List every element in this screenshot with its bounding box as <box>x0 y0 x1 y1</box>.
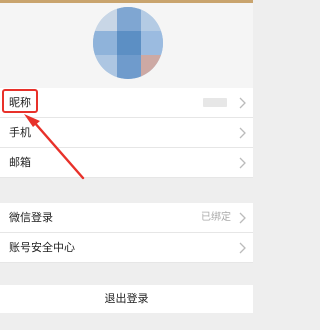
row-wechat-login[interactable]: 微信登录 已绑定 <box>0 203 253 233</box>
row-email-label: 邮箱 <box>9 156 31 169</box>
row-phone-label: 手机 <box>9 126 31 139</box>
row-account-security[interactable]: 账号安全中心 <box>0 233 253 263</box>
chevron-right-icon <box>239 212 246 224</box>
avatar[interactable] <box>93 7 163 79</box>
chevron-right-icon <box>239 97 246 109</box>
row-security-label: 账号安全中心 <box>9 241 75 254</box>
profile-header <box>0 3 253 88</box>
chevron-right-icon <box>239 127 246 139</box>
highlight-box <box>2 89 38 113</box>
wechat-status: 已绑定 <box>201 212 231 223</box>
logout-label: 退出登录 <box>104 292 149 305</box>
logout-button[interactable]: 退出登录 <box>0 285 253 313</box>
row-email[interactable]: 邮箱 <box>0 148 253 178</box>
row-wechat-label: 微信登录 <box>9 211 53 224</box>
chevron-right-icon <box>239 157 246 169</box>
chevron-right-icon <box>239 242 246 254</box>
row-phone[interactable]: 手机 <box>0 118 253 148</box>
nickname-value-blurred <box>203 98 227 107</box>
